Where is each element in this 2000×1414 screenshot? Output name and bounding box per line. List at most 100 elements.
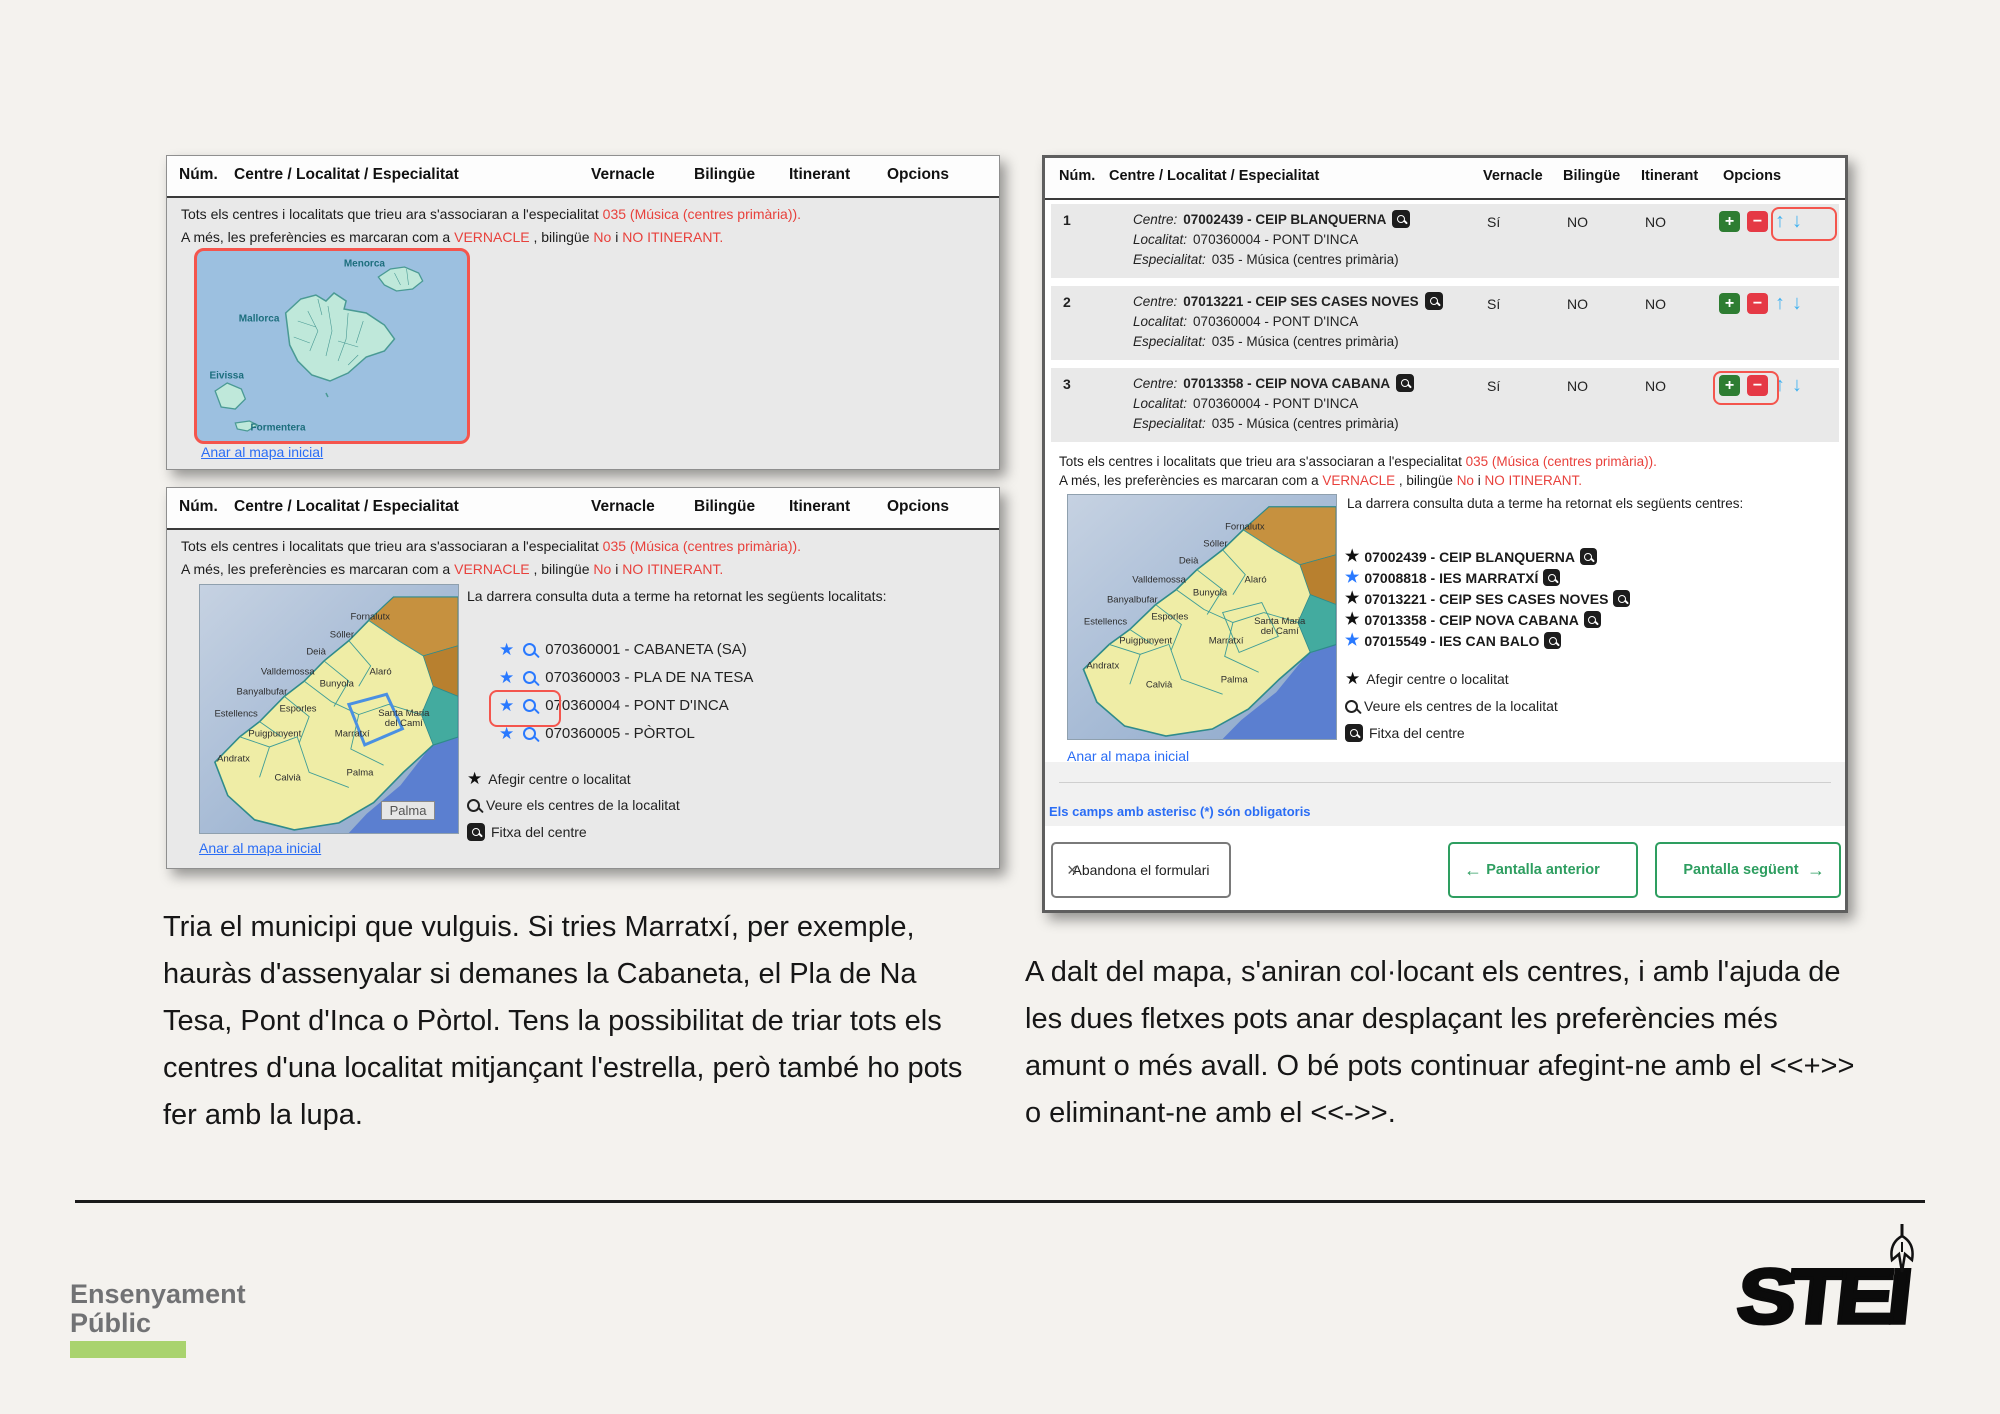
- centre-label: 07013221 - CEIP SES CASES NOVES: [1364, 591, 1608, 607]
- balears-map[interactable]: Menorca Mallorca Eivissa Formentera: [194, 248, 470, 444]
- initial-map-link[interactable]: Anar al mapa inicial: [201, 444, 323, 460]
- next-screen-button[interactable]: Pantalla següent →: [1655, 842, 1841, 898]
- map-label: Calvià: [275, 773, 301, 784]
- assoc-line-2: A més, les preferències es marcaran com …: [1059, 473, 1582, 488]
- star-icon[interactable]: ★: [499, 641, 514, 658]
- balears-map-svg: [197, 251, 467, 441]
- brand-green-bar: [70, 1341, 186, 1358]
- col-bilingue: Bilingüe: [1563, 168, 1620, 184]
- centre-label: 07015549 - IES CAN BALO: [1364, 633, 1539, 649]
- bilingue-value: NO: [1567, 378, 1588, 394]
- star-icon[interactable]: ★: [1345, 590, 1359, 607]
- centre-item: ★ 07008818 - IES MARRATXÍ: [1345, 569, 1560, 586]
- col-centre: Centre / Localitat / Especialitat: [234, 166, 459, 184]
- form-footer-strip: Els camps amb asterisc (*) són obligator…: [1045, 762, 1845, 826]
- centre-file-icon[interactable]: [1543, 569, 1560, 586]
- star-icon[interactable]: ★: [1345, 548, 1359, 565]
- centre-line: Centre: 07002439 - CEIP BLANQUERNA: [1133, 210, 1410, 228]
- vernacle-value: Sí: [1487, 214, 1500, 230]
- locality-label: 070360005 - PÒRTOL: [545, 725, 695, 742]
- legend-file: Fitxa del centre: [1345, 724, 1465, 742]
- col-opcions: Opcions: [887, 498, 949, 516]
- centre-file-icon[interactable]: [1544, 632, 1561, 649]
- star-icon: ★: [1345, 670, 1360, 687]
- star-icon[interactable]: ★: [499, 725, 514, 742]
- magnifier-icon: [467, 799, 480, 812]
- map-label: Esporles: [1151, 612, 1188, 623]
- star-icon[interactable]: ★: [499, 669, 514, 686]
- move-down-icon[interactable]: ↓: [1792, 293, 1802, 314]
- legend-add: ★ Afegir centre o localitat: [467, 770, 631, 787]
- map-label: Puigpunyent: [248, 728, 301, 739]
- assoc-line-1: Tots els centres i localitats que trieu …: [181, 538, 801, 554]
- bilingue-value: NO: [1567, 296, 1588, 312]
- col-bilingue: Bilingüe: [694, 498, 755, 516]
- brand-ensenyament-public: Ensenyament Públic: [70, 1280, 246, 1338]
- map-label: Palma: [346, 768, 373, 779]
- magnifier-icon[interactable]: [523, 671, 536, 684]
- centre-file-icon[interactable]: [1584, 611, 1601, 628]
- star-icon[interactable]: ★: [1345, 611, 1359, 628]
- map-label-mallorca: Mallorca: [239, 314, 280, 325]
- magnifier-icon[interactable]: [523, 643, 536, 656]
- locality-item: ★ 070360005 - PÒRTOL: [499, 725, 695, 742]
- map-label: Bunyola: [1193, 587, 1227, 598]
- table-header: Núm. Centre / Localitat / Especialitat V…: [167, 156, 999, 198]
- map-label: Fornalutx: [1225, 521, 1265, 532]
- abandon-form-button[interactable]: × Abandona el formulari: [1051, 842, 1231, 898]
- initial-map-link[interactable]: Anar al mapa inicial: [199, 840, 321, 856]
- locality-label: 070360001 - CABANETA (SA): [545, 641, 747, 658]
- centre-file-icon[interactable]: [1396, 374, 1414, 392]
- remove-icon[interactable]: −: [1747, 211, 1768, 232]
- centre-file-icon[interactable]: [1425, 292, 1443, 310]
- previous-screen-button[interactable]: ← Pantalla anterior: [1448, 842, 1638, 898]
- col-opcions: Opcions: [1723, 168, 1781, 184]
- mandatory-fields-note: Els camps amb asterisc (*) són obligator…: [1049, 804, 1311, 819]
- centre-file-icon[interactable]: [1392, 210, 1410, 228]
- previous-screen-label: Pantalla anterior: [1486, 862, 1600, 878]
- centre-file-icon[interactable]: [1580, 548, 1597, 565]
- vernacle-value: Sí: [1487, 378, 1500, 394]
- centre-label: 07002439 - CEIP BLANQUERNA: [1364, 549, 1575, 565]
- locality-label: 070360004 - PONT D'INCA: [545, 697, 729, 714]
- palma-tooltip: Palma: [381, 801, 436, 820]
- map-label: Marratxí: [1209, 636, 1244, 647]
- right-explanation-paragraph: A dalt del mapa, s'aniran col·locant els…: [1025, 949, 1863, 1137]
- annotation-box: [1713, 371, 1779, 405]
- map-label: Banyalbufar: [1107, 594, 1158, 605]
- add-icon[interactable]: +: [1719, 293, 1740, 314]
- move-up-icon[interactable]: ↑: [1775, 293, 1785, 314]
- brand-line-1: Ensenyament: [70, 1280, 246, 1309]
- legend-add: ★ Afegir centre o localitat: [1345, 670, 1509, 687]
- screenshot-panel-balears: Núm. Centre / Localitat / Especialitat V…: [166, 155, 1000, 470]
- assoc-line-1: Tots els centres i localitats que trieu …: [181, 206, 801, 222]
- result-line: La darrera consulta duta a terme ha reto…: [1347, 496, 1832, 511]
- map-label: Deià: [306, 646, 326, 657]
- move-down-icon[interactable]: ↓: [1792, 375, 1802, 396]
- close-icon: ×: [1067, 860, 1078, 881]
- star-icon[interactable]: ★: [1345, 569, 1359, 586]
- centre-file-icon: [467, 823, 485, 841]
- mallorca-map[interactable]: Fornalutx Sóller Deià Valldemossa Bunyol…: [1067, 494, 1337, 740]
- col-opcions: Opcions: [887, 166, 949, 184]
- locality-line: Localitat: 070360004 - PONT D'INCA: [1133, 232, 1358, 247]
- map-label: Puigpunyent: [1119, 636, 1172, 647]
- centre-file-icon[interactable]: [1613, 590, 1630, 607]
- annotation-box: [1771, 207, 1837, 241]
- abandon-form-label: Abandona el formulari: [1073, 861, 1210, 879]
- centre-item: ★ 07013358 - CEIP NOVA CABANA: [1345, 611, 1601, 628]
- add-icon[interactable]: +: [1719, 211, 1740, 232]
- star-icon[interactable]: ★: [1345, 632, 1359, 649]
- remove-icon[interactable]: −: [1747, 293, 1768, 314]
- centre-item: ★ 07013221 - CEIP SES CASES NOVES: [1345, 590, 1630, 607]
- vernacle-value: Sí: [1487, 296, 1500, 312]
- row-number: 3: [1063, 376, 1071, 392]
- map-label: Santa Maria del Camí: [375, 709, 433, 729]
- magnifier-icon[interactable]: [523, 727, 536, 740]
- locality-item: ★ 070360001 - CABANETA (SA): [499, 641, 747, 658]
- col-itinerant: Itinerant: [789, 498, 850, 516]
- map-label: Alaró: [370, 666, 392, 677]
- result-line: La darrera consulta duta a terme ha reto…: [467, 588, 982, 604]
- mallorca-map[interactable]: Fornalutx Sóller Deià Valldemossa Bunyol…: [199, 584, 459, 834]
- map-label: Banyalbufar: [237, 686, 288, 697]
